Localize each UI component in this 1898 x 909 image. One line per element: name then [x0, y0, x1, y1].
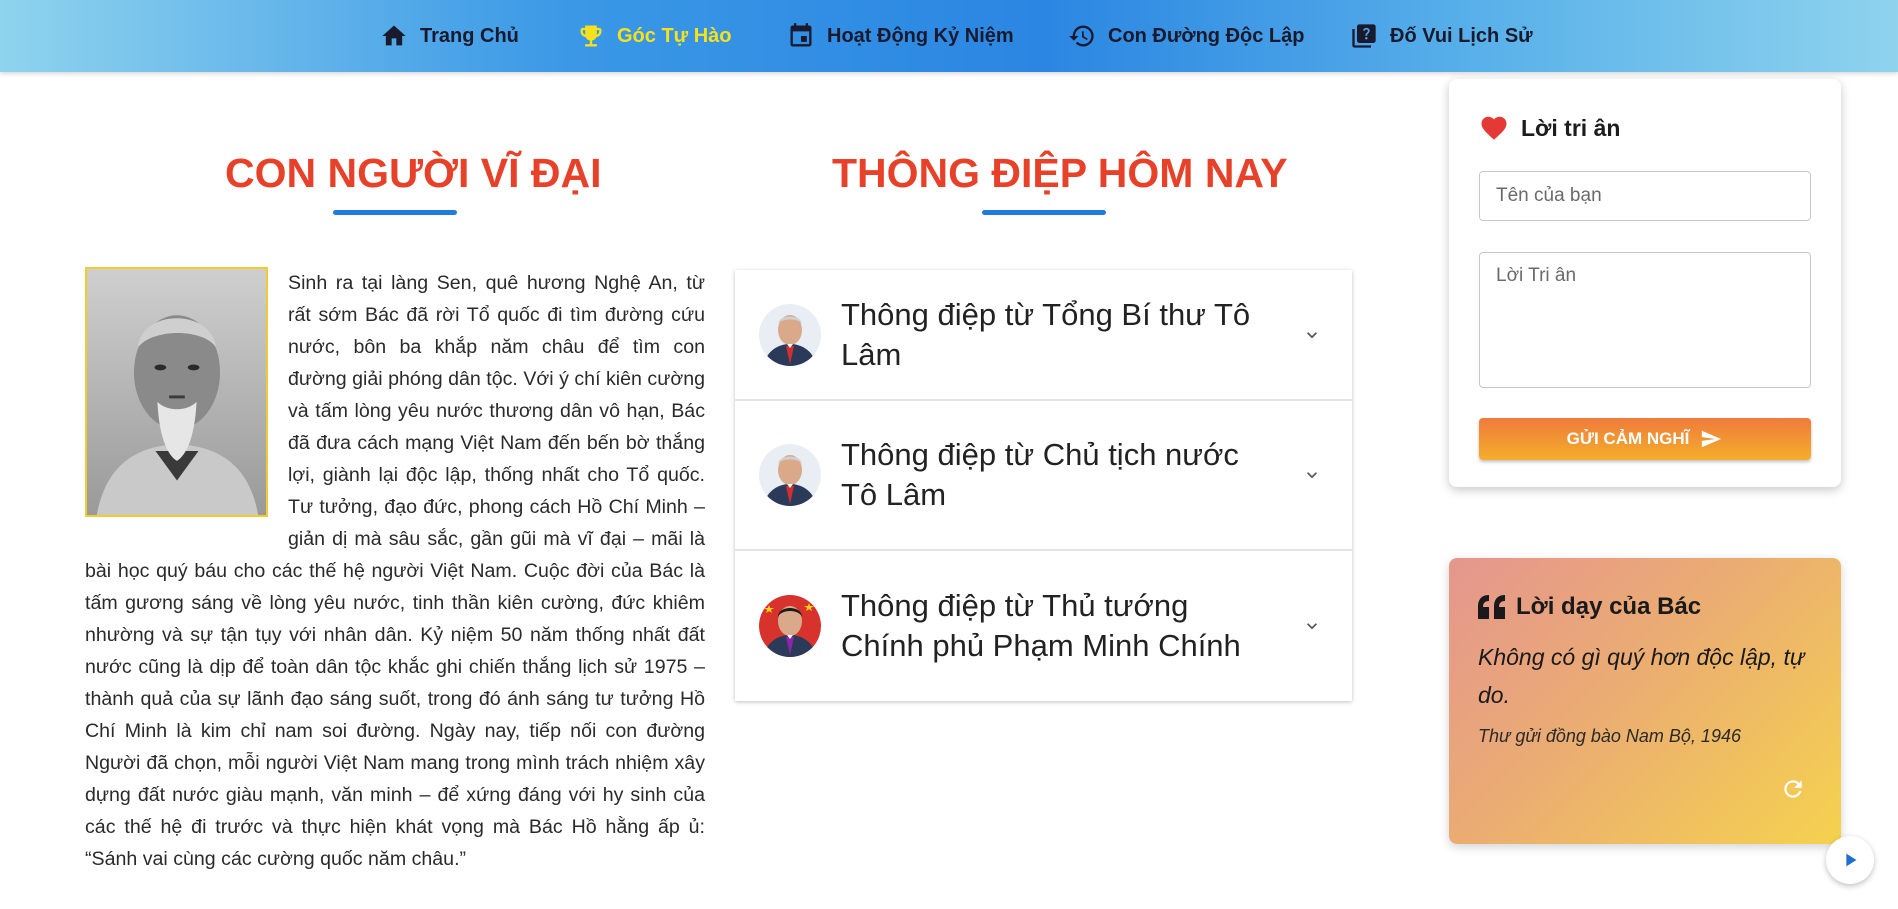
music-play-button[interactable]	[1826, 836, 1874, 884]
nav-item-independence-road[interactable]: Con Đường Độc Lập	[1068, 0, 1304, 72]
accordion-item-title: Thông điệp từ Tổng Bí thư Tô Lâm	[841, 296, 1251, 372]
gratitude-title-text: Lời tri ân	[1521, 114, 1621, 141]
quote-icon	[1478, 595, 1505, 619]
avatar	[759, 303, 821, 366]
send-icon	[1702, 430, 1722, 448]
home-icon	[382, 25, 406, 46]
nav-item-home[interactable]: Trang Chủ	[380, 0, 519, 72]
chevron-down-icon	[1307, 472, 1317, 479]
nav-item-label: Hoạt Động Kỷ Niệm	[827, 24, 1014, 47]
nav-item-commemorative-activities[interactable]: Hoạt Động Kỷ Niệm	[787, 0, 1014, 72]
gratitude-message-textarea[interactable]	[1479, 252, 1811, 388]
chevron-down-icon	[1307, 623, 1317, 630]
quote-source: Thư gửi đồng bào Nam Bộ, 1946	[1478, 726, 1741, 746]
quote-title: Lời dạy của Bác	[1478, 593, 1701, 621]
calendar-icon	[790, 23, 812, 47]
quiz-icon	[1352, 24, 1376, 48]
portrait-photo	[85, 267, 268, 517]
nav-item-history-quiz[interactable]: Đố Vui Lịch Sử	[1350, 0, 1533, 72]
section-title-today-message: THÔNG ĐIỆP HÔM NAY	[832, 150, 1288, 196]
chevron-down-icon	[1307, 331, 1317, 338]
section-title-great-person: CON NGƯỜI VĨ ĐẠI	[225, 150, 602, 196]
title-underline	[982, 210, 1106, 215]
nav-item-label: Trang Chủ	[420, 24, 519, 47]
send-button-label: GỬI CẢM NGHĨ	[1566, 429, 1690, 448]
title-underline	[333, 210, 457, 215]
accordion-item-prime-minister[interactable]: Thông điệp từ Thủ tướng Chính phủ Phạm M…	[735, 551, 1352, 701]
gratitude-card: Lời tri ân GỬI CẢM NGHĨ	[1449, 79, 1841, 487]
play-icon	[1846, 853, 1857, 867]
accordion-item-general-secretary[interactable]: Thông điệp từ Tổng Bí thư Tô Lâm	[735, 270, 1352, 401]
messages-accordion: Thông điệp từ Tổng Bí thư Tô Lâm Thông đ…	[735, 270, 1352, 701]
avatar	[759, 595, 821, 657]
avatar	[759, 444, 821, 506]
trophy-icon	[580, 25, 602, 47]
send-thoughts-button[interactable]: GỬI CẢM NGHĨ	[1479, 418, 1811, 460]
gratitude-title: Lời tri ân	[1479, 113, 1620, 143]
quote-text: Không có gì quý hơn độc lập, tự do.	[1478, 644, 1805, 708]
heart-icon	[1481, 116, 1507, 140]
accordion-item-title: Thông điệp từ Thủ tướng Chính phủ Phạm M…	[841, 588, 1241, 663]
quote-card: Lời dạy của Bác Không có gì quý hơn độc …	[1449, 558, 1841, 844]
name-input[interactable]	[1479, 171, 1811, 221]
history-icon	[1069, 25, 1094, 47]
top-navbar: Trang Chủ Góc Tự Hào Hoạt Động Kỷ Niệm C…	[0, 0, 1898, 72]
nav-item-proud-corner[interactable]: Góc Tự Hào	[577, 0, 732, 72]
biography: Sinh ra tại làng Sen, quê hương Nghệ An,…	[85, 267, 705, 875]
nav-item-label: Con Đường Độc Lập	[1108, 24, 1305, 47]
accordion-item-president[interactable]: Thông điệp từ Chủ tịch nước Tô Lâm	[735, 401, 1352, 551]
nav-item-label: Đố Vui Lịch Sử	[1390, 24, 1533, 47]
accordion-item-title: Thông điệp từ Chủ tịch nước Tô Lâm	[841, 437, 1239, 512]
refresh-icon[interactable]	[1780, 776, 1806, 802]
quote-title-text: Lời dạy của Bác	[1516, 593, 1702, 620]
nav-item-label: Góc Tự Hào	[617, 24, 732, 47]
